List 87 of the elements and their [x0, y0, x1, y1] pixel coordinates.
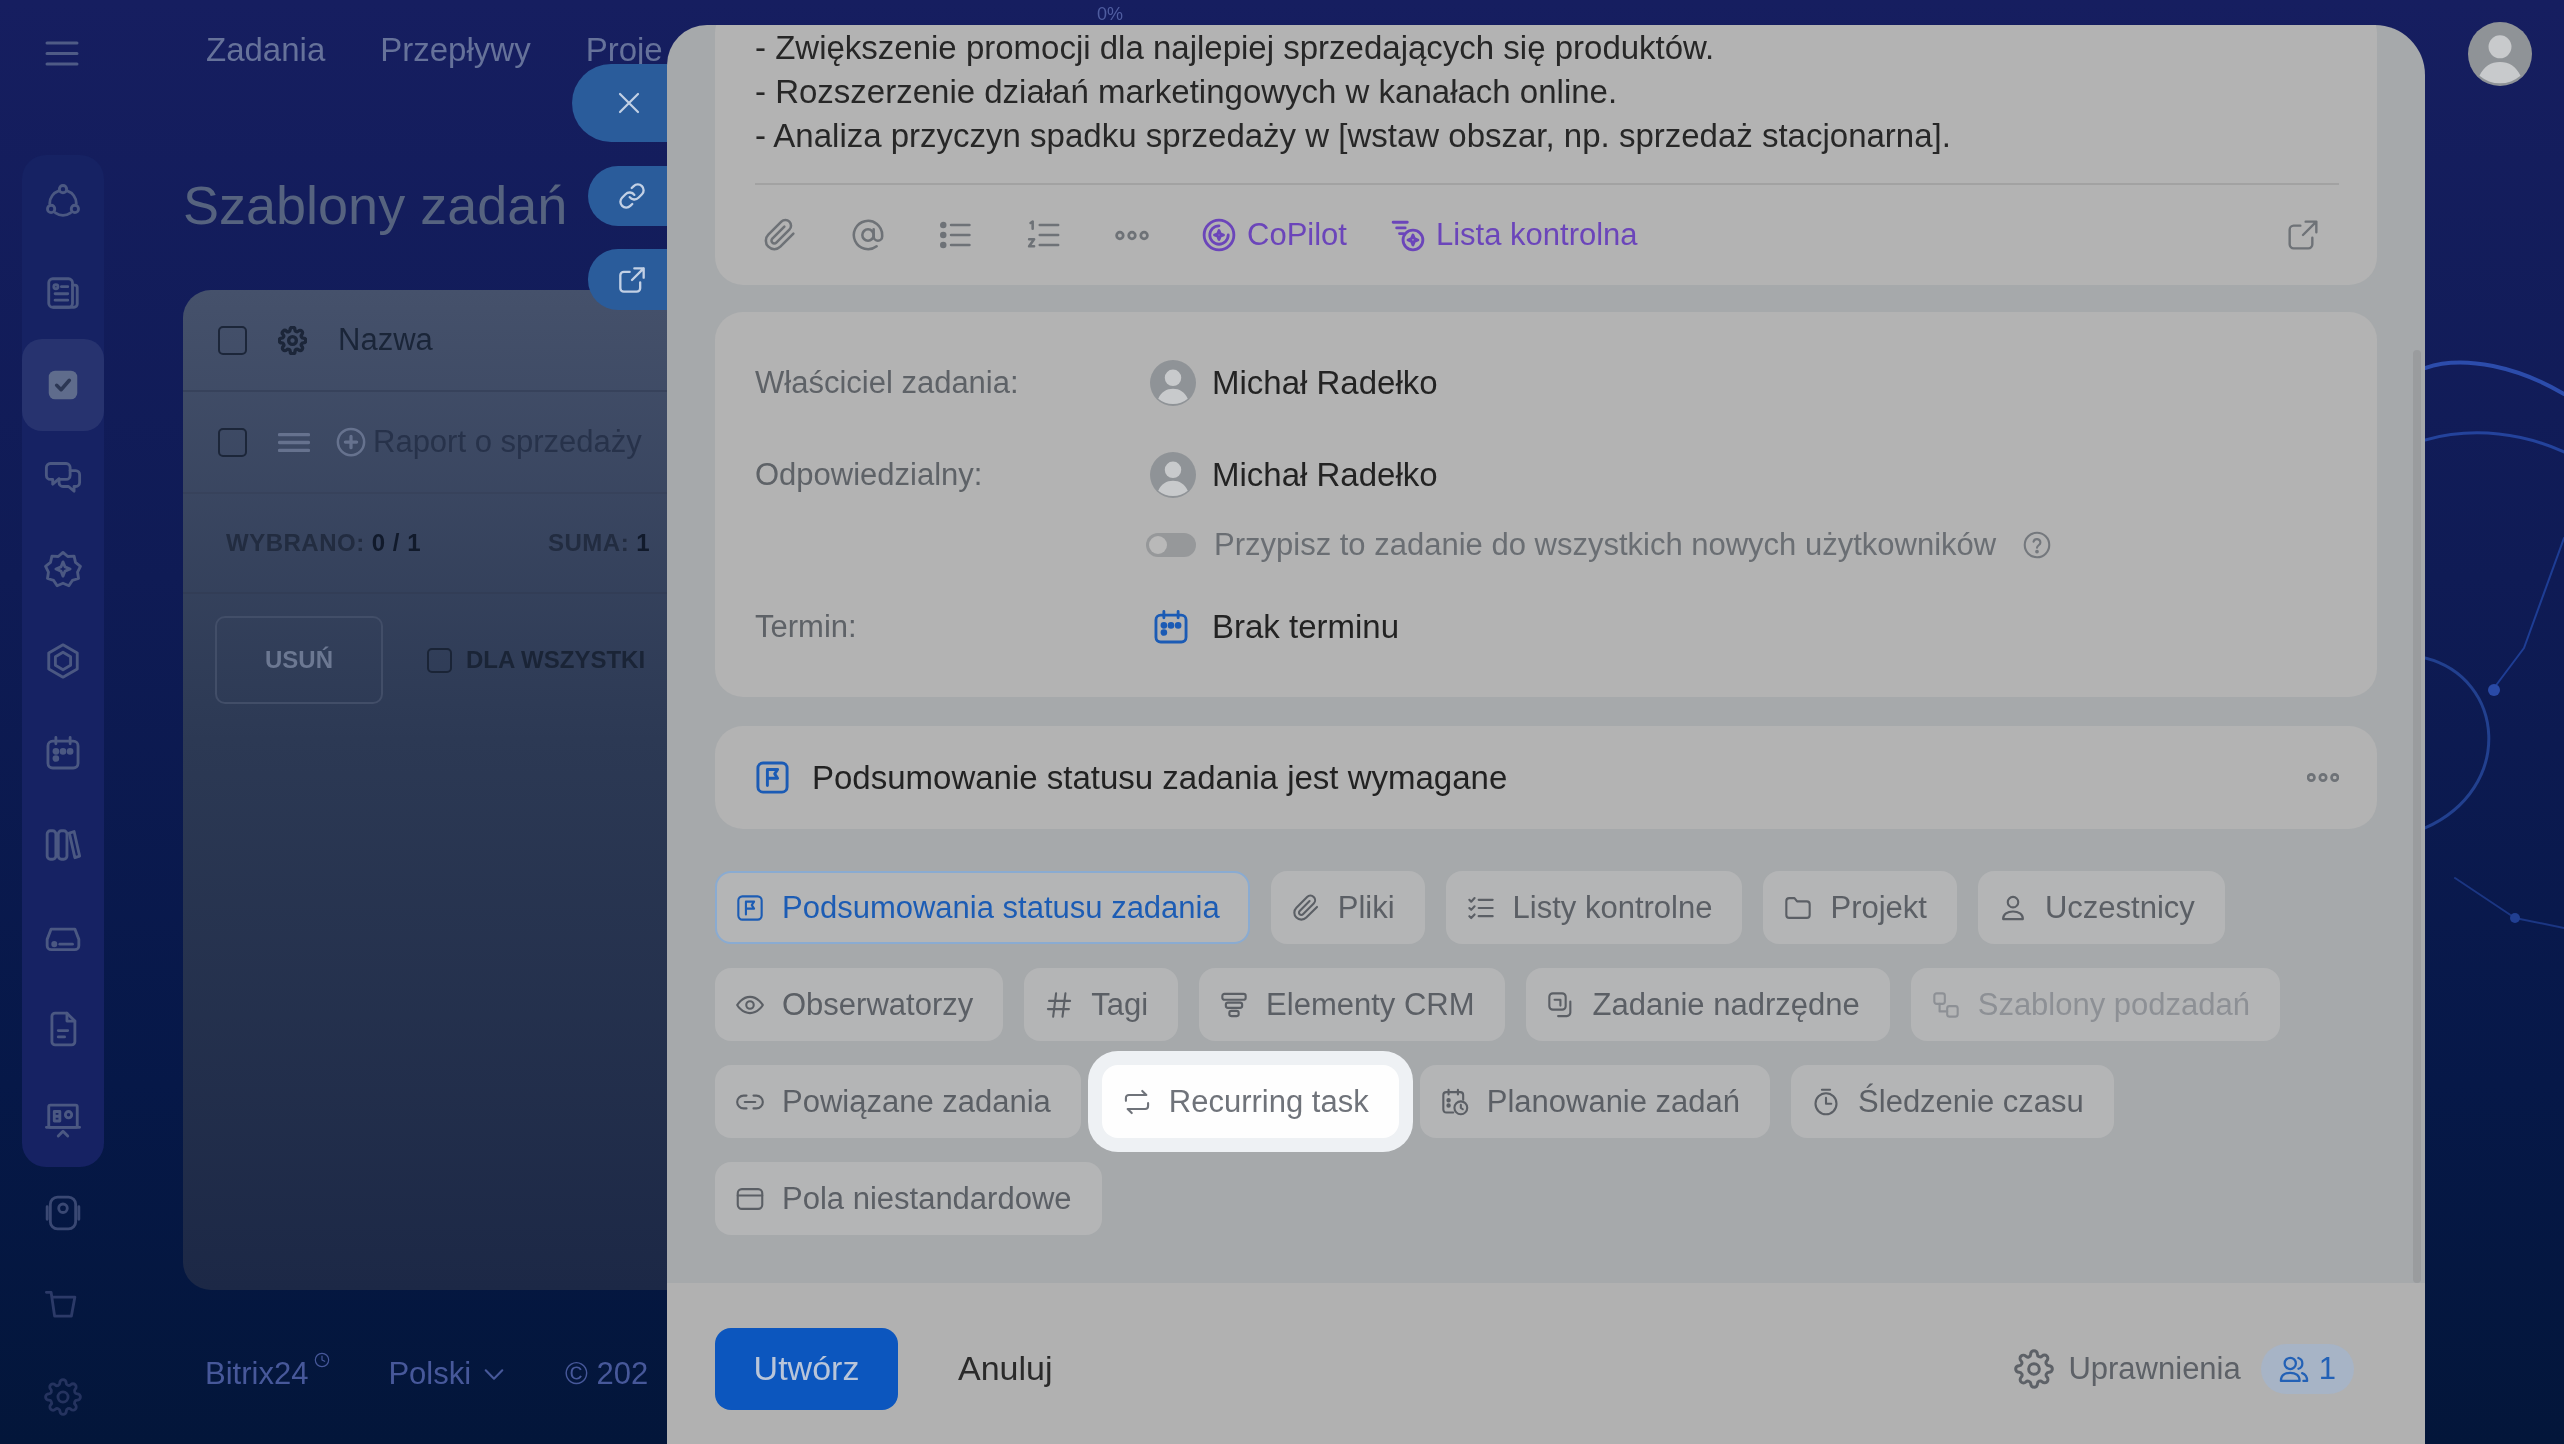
copilot-button[interactable]: CoPilot — [1202, 217, 1347, 253]
permissions-button[interactable]: Uprawnienia — [2014, 1348, 2241, 1389]
paperclip-icon[interactable] — [763, 218, 797, 252]
deadline-link[interactable]: Brak terminu — [1212, 608, 1400, 646]
field-label: Właściciel zadania: — [755, 365, 1020, 401]
requirement-text: Podsumowanie statusu zadania jest wymagane — [812, 758, 1508, 797]
stacked-bars-icon — [1220, 990, 1249, 1019]
calendar-icon[interactable] — [1152, 608, 1190, 646]
section-chip[interactable]: Powiązane zadania — [715, 1065, 1081, 1138]
help-icon[interactable] — [2023, 531, 2052, 559]
network-icon — [44, 182, 82, 220]
link-icon — [618, 182, 646, 210]
section-chip[interactable]: Tagi — [1024, 968, 1179, 1041]
field-label: Termin: — [755, 609, 858, 645]
description-line: - Zwiększenie promocji dla najlepiej sprzedających się produktów. — [755, 28, 1716, 68]
cancel-button[interactable]: Anuluj — [958, 1349, 1053, 1388]
field-label: Odpowiedzialny: — [755, 457, 984, 493]
description-line: - Analiza przyczyn spadku sprzedaży w [wstaw obszar, np. sprzedaż stacjonarna]. — [755, 116, 1952, 156]
create-button[interactable]: Utwórz — [715, 1327, 898, 1410]
page-title: Szablony zadań — [183, 174, 568, 236]
section-chip[interactable]: Projekt — [1763, 871, 1957, 944]
sidebar-item[interactable] — [22, 339, 104, 431]
drag-handle-icon[interactable] — [278, 431, 310, 453]
plus-circle-icon[interactable] — [336, 427, 366, 457]
settings-icon[interactable] — [278, 325, 307, 355]
presentation-board-icon — [44, 1102, 82, 1140]
checklist-button[interactable]: Lista kontrolna — [1390, 217, 1638, 253]
paperclip-icon — [1291, 893, 1320, 922]
flag-icon — [755, 760, 790, 795]
section-chip[interactable]: Podsumowania statusu zadania — [715, 871, 1250, 944]
menu-icon[interactable] — [44, 40, 80, 67]
section-chip[interactable]: Elementy CRM — [1199, 968, 1505, 1041]
copyright-text: © 202 — [565, 1356, 649, 1392]
user-name-link[interactable]: Michał Radełko — [1212, 364, 1438, 402]
members-badge[interactable]: 1 — [2260, 1343, 2354, 1394]
toggle-label: Przypisz to zadanie do wszystkich nowych użytkowników — [1214, 527, 1997, 563]
sparkle-badge-icon — [44, 550, 82, 588]
chevron-down-icon — [483, 1367, 506, 1381]
more-icon[interactable] — [2307, 772, 2339, 783]
section-chip[interactable]: Planowanie zadań — [1419, 1065, 1771, 1138]
repeat-icon — [1122, 1087, 1151, 1116]
language-selector[interactable]: Polski — [388, 1356, 506, 1392]
user-name-link[interactable]: Michał Radełko — [1212, 456, 1438, 494]
stopwatch-icon — [1812, 1087, 1841, 1116]
books-icon — [44, 826, 82, 864]
newspaper-icon — [44, 274, 82, 312]
contact-card-icon — [44, 1194, 82, 1232]
brand-name: Bitrix24 — [205, 1356, 309, 1392]
section-chip[interactable]: Recurring task — [1101, 1065, 1399, 1138]
delete-button[interactable]: USUŃ — [215, 616, 383, 704]
flag-icon — [736, 893, 764, 922]
settings-icon — [2014, 1348, 2055, 1389]
checkbox[interactable] — [218, 325, 247, 355]
open-in-new-button[interactable] — [588, 249, 667, 310]
user-avatar — [1150, 360, 1196, 406]
section-chip[interactable]: Zadanie nadrzędne — [1525, 968, 1890, 1041]
close-button[interactable] — [572, 64, 667, 142]
progress-label: 0% — [1097, 4, 1123, 25]
user-avatar — [1150, 452, 1196, 498]
section-chip[interactable]: Pola niestandardowe — [715, 1162, 1102, 1235]
section-chip[interactable]: Listy kontrolne — [1445, 871, 1743, 944]
section-chip[interactable]: Pliki — [1270, 871, 1425, 944]
external-link-icon — [618, 265, 646, 294]
settings-icon — [44, 1378, 82, 1416]
nav-tab[interactable]: Proje — [585, 36, 663, 64]
more-icon[interactable] — [1115, 229, 1149, 241]
hexagon-icon — [44, 642, 82, 680]
description-line: - Rozszerzenie działań marketingowych w kanałach online. — [755, 72, 1619, 112]
copy-link-button[interactable] — [588, 166, 667, 226]
hash-icon — [1045, 990, 1074, 1019]
calendar-icon — [44, 734, 82, 772]
checklist-sparkle-icon — [1390, 218, 1425, 252]
linked-squares-icon — [1931, 990, 1960, 1019]
sparkle-circle-icon — [1202, 218, 1236, 252]
toggle-switch[interactable] — [1146, 533, 1196, 557]
section-chip[interactable]: Śledzenie czasu — [1791, 1065, 2114, 1138]
nav-tab[interactable]: Zadania — [206, 36, 326, 64]
section-chip[interactable]: Uczestnicy — [1977, 871, 2225, 944]
user-avatar[interactable] — [2468, 22, 2532, 86]
calendar-clock-icon — [1440, 1087, 1469, 1116]
close-icon — [617, 91, 641, 115]
external-link-icon[interactable] — [2287, 219, 2319, 251]
mention-icon[interactable] — [851, 218, 885, 252]
checkbox[interactable] — [427, 647, 452, 673]
clock-icon — [314, 1352, 331, 1368]
section-chip[interactable]: Obserwatorzy — [715, 968, 1004, 1041]
checkbox[interactable] — [218, 427, 247, 457]
